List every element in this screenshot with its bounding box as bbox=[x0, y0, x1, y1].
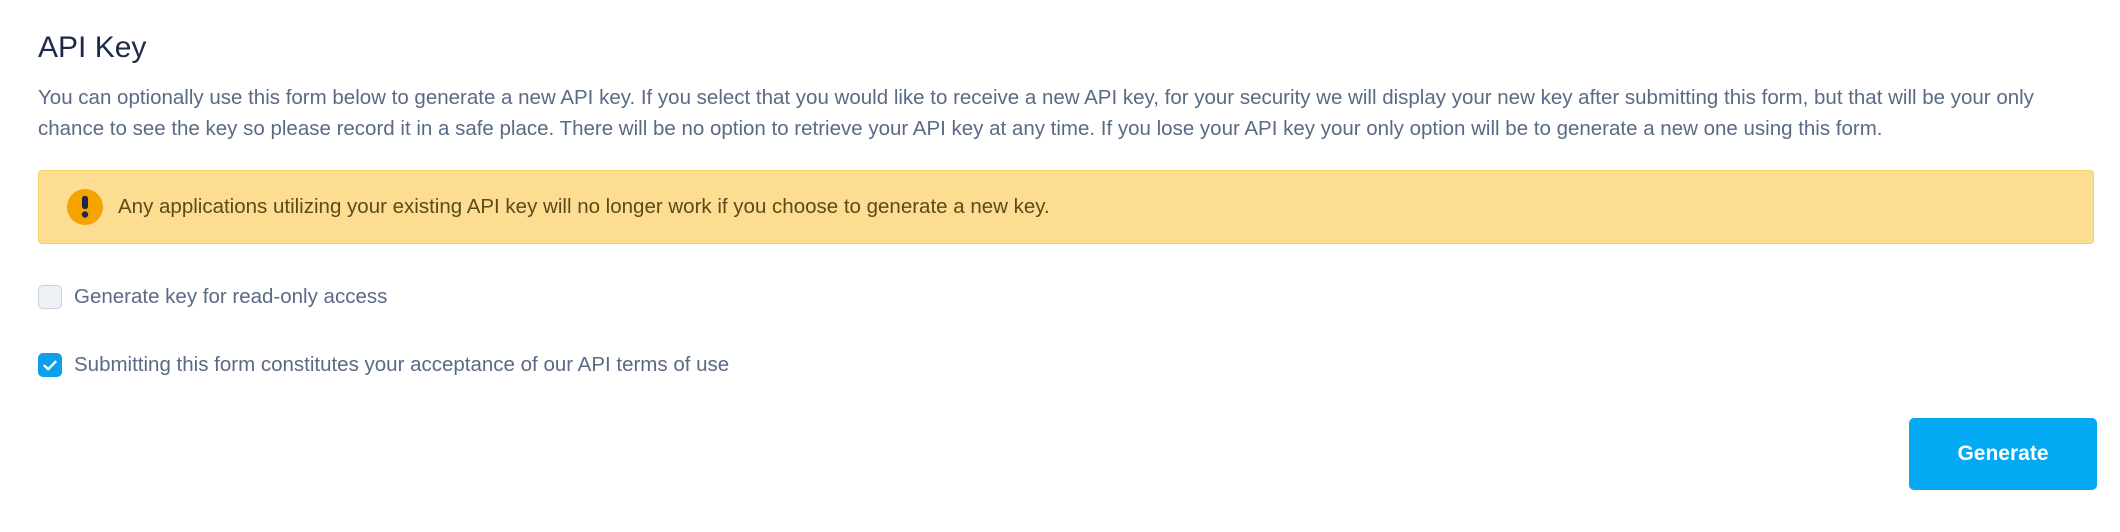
checkmark-icon bbox=[43, 360, 57, 370]
alert-message: Any applications utilizing your existing… bbox=[118, 195, 1050, 218]
terms-acceptance-option[interactable]: Submitting this form constitutes your ac… bbox=[38, 351, 729, 379]
api-key-panel: API Key You can optionally use this form… bbox=[0, 0, 2120, 532]
section-description: You can optionally use this form below t… bbox=[38, 86, 2034, 140]
read-only-label: Generate key for read-only access bbox=[74, 285, 388, 308]
generate-button[interactable]: Generate bbox=[1909, 418, 2097, 490]
read-only-option[interactable]: Generate key for read-only access bbox=[38, 283, 387, 311]
terms-acceptance-checkbox[interactable] bbox=[38, 353, 62, 377]
section-title: API Key bbox=[38, 31, 147, 64]
terms-acceptance-label: Submitting this form constitutes your ac… bbox=[74, 353, 730, 376]
read-only-checkbox[interactable] bbox=[38, 285, 62, 309]
warning-alert: Any applications utilizing your existing… bbox=[38, 170, 2094, 244]
exclamation-icon bbox=[67, 189, 103, 225]
